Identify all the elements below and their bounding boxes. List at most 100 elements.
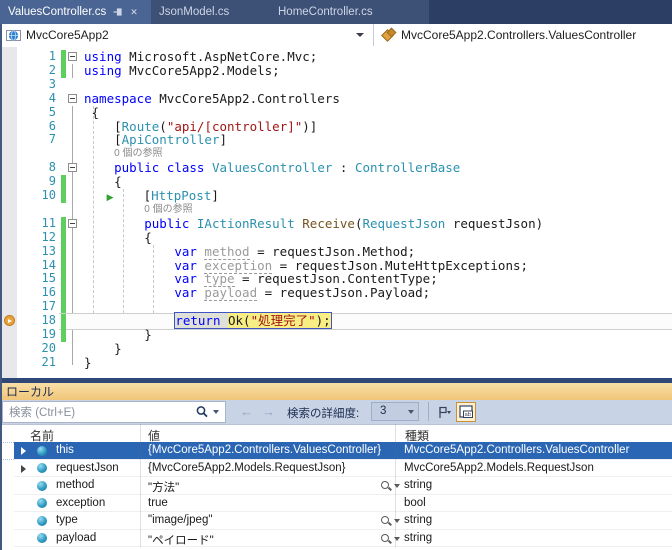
search-depth-label: 検索の詳細度: xyxy=(287,408,360,420)
tab-valuescontroller[interactable]: ValuesController.cs ✕ xyxy=(0,0,165,24)
code-line[interactable]: 21} xyxy=(2,355,672,370)
ab-icon-text: ab xyxy=(464,412,470,418)
search-input[interactable] xyxy=(7,404,191,422)
change-tracking-bar xyxy=(61,230,66,245)
code-line[interactable]: 16 var payload = requestJson.Payload; xyxy=(2,285,672,302)
locals-row-type[interactable]: type "image/jpeg" string xyxy=(0,512,672,530)
code-text: } xyxy=(84,340,122,356)
row-background xyxy=(14,495,672,512)
change-tracking-bar xyxy=(61,244,66,259)
class-icon xyxy=(381,27,397,42)
line-number: 2 xyxy=(48,62,56,77)
tab-homecontroller[interactable]: HomeController.cs xyxy=(270,0,429,24)
codelens-references[interactable]: 0 個の参照 xyxy=(144,203,192,217)
code-line[interactable]: 4 namespace MvcCore5App2.Controllers xyxy=(2,90,672,106)
column-divider[interactable] xyxy=(140,424,141,547)
back-arrow-icon[interactable]: ← xyxy=(240,404,253,419)
locals-row-requestJson[interactable]: requestJson {MvcCore5App2.Models.RequestJ… xyxy=(0,460,672,477)
code-line[interactable]: 3 xyxy=(2,76,672,92)
code-text: { xyxy=(84,104,100,120)
code-line[interactable]: 14 var exception = requestJson.MuteHttpE… xyxy=(2,257,672,274)
code-line[interactable]: 6 [Route("api/[controller]")] xyxy=(2,119,672,134)
magnifier-part xyxy=(387,521,392,526)
line-number: 14 xyxy=(41,257,56,272)
project-icon xyxy=(6,29,21,42)
variable-value[interactable]: "image/jpeg" xyxy=(148,514,212,526)
code-line[interactable]: 13 var method = requestJson.Method; xyxy=(2,243,672,260)
search-depth-value: 3 xyxy=(380,405,387,417)
variable-icon xyxy=(37,533,47,543)
code-line[interactable]: 9 { xyxy=(2,174,672,190)
code-line[interactable]: 11 public IActionResult Receive(RequestJ… xyxy=(2,216,672,231)
change-tracking-bar xyxy=(61,300,66,315)
locals-row-payload[interactable]: payload "ペイロード" string xyxy=(0,530,672,548)
line-number: 3 xyxy=(48,76,56,91)
code-line[interactable]: 5 { xyxy=(2,104,672,120)
line-number: 5 xyxy=(48,104,56,119)
locals-toolbar: ← → 検索の詳細度: 3 ab xyxy=(0,400,672,424)
text-visualizer-icon[interactable] xyxy=(380,533,400,545)
variable-name: payload xyxy=(56,531,97,544)
line-number: 20 xyxy=(41,340,56,355)
code-line[interactable]: 20 } xyxy=(2,340,672,356)
expand-arrow-icon[interactable] xyxy=(21,447,26,455)
code-line[interactable]: 1 using Microsoft.AspNetCore.Mvc; xyxy=(2,49,672,64)
variable-value[interactable]: true xyxy=(148,497,168,509)
pin-icon[interactable] xyxy=(113,7,123,17)
change-tracking-bar xyxy=(61,258,66,273)
variable-type: string xyxy=(404,479,433,491)
code-line[interactable]: 19 } xyxy=(2,327,672,342)
locals-row-exception[interactable]: exception true bool xyxy=(0,495,672,512)
project-dropdown[interactable]: MvcCore5App2 xyxy=(6,24,109,46)
fold-toggle[interactable] xyxy=(68,218,77,228)
magnifier-part xyxy=(387,486,392,491)
forward-arrow-icon[interactable]: → xyxy=(262,404,275,419)
codelens-references[interactable]: 0 個の参照 xyxy=(114,147,162,161)
variable-value[interactable]: {MvcCore5App2.Controllers.ValuesControll… xyxy=(148,444,381,456)
fold-toggle[interactable] xyxy=(68,52,77,61)
search-options-caret[interactable] xyxy=(213,410,219,414)
tab-jsonmodel[interactable]: JsonModel.cs xyxy=(151,0,284,24)
close-icon[interactable]: ✕ xyxy=(130,7,138,18)
member-dropdown[interactable]: MvcCore5App2.Controllers.ValuesControlle… xyxy=(381,24,636,46)
change-tracking-bar xyxy=(61,175,66,190)
code-line[interactable]: 18 return Ok("処理完了"); xyxy=(2,312,672,330)
line-number: 17 xyxy=(41,299,56,314)
tab-label: JsonModel.cs xyxy=(159,6,230,18)
locals-row-this[interactable]: this {MvcCore5App2.Controllers.ValuesCont… xyxy=(0,442,672,460)
format-values-button[interactable]: ab xyxy=(456,402,476,422)
search-depth-combobox[interactable]: 3 xyxy=(371,402,419,421)
variable-value[interactable]: "方法" xyxy=(148,479,179,495)
navbar-separator xyxy=(373,24,374,46)
code-line[interactable]: 2 using MvcCore5App2.Models; xyxy=(2,62,672,78)
fold-toggle[interactable] xyxy=(68,163,77,173)
code-line[interactable]: 7 [ApiController] xyxy=(2,132,672,147)
line-number: 16 xyxy=(41,285,56,300)
variable-value[interactable]: {MvcCore5App2.Models.RequestJson} xyxy=(148,462,346,474)
column-divider[interactable] xyxy=(395,424,396,547)
variable-type: MvcCore5App2.Models.RequestJson xyxy=(404,461,594,474)
line-number: 10 xyxy=(41,188,56,202)
line-number: 19 xyxy=(41,327,56,341)
locals-title-bar[interactable]: ローカル xyxy=(0,383,672,400)
flag-filter-button[interactable] xyxy=(434,402,454,422)
text-visualizer-icon[interactable] xyxy=(380,515,400,527)
chevron-down-icon[interactable] xyxy=(356,33,364,37)
code-line[interactable]: 8 public class ValuesController : Contro… xyxy=(2,160,672,175)
code-line[interactable]: 15 var type = requestJson.ContentType; xyxy=(2,271,672,288)
codelens-line[interactable]: 0 個の参照 xyxy=(2,147,672,161)
line-number: 7 xyxy=(48,132,56,147)
line-number: 15 xyxy=(41,271,56,286)
codelens-line[interactable]: 0 個の参照 xyxy=(2,203,672,217)
code-line[interactable]: 10 ▶ [HttpPost] xyxy=(2,188,672,203)
locals-row-method[interactable]: method "方法" string xyxy=(0,477,672,495)
code-editor[interactable]: 1 using Microsoft.AspNetCore.Mvc; 2 using M… xyxy=(2,47,672,378)
expand-arrow-icon[interactable] xyxy=(21,464,26,473)
variable-value[interactable]: "ペイロード" xyxy=(148,532,214,548)
code-line[interactable]: 12 { xyxy=(2,230,672,245)
search-icon[interactable] xyxy=(195,405,209,419)
code-text: namespace MvcCore5App2.Controllers xyxy=(84,90,340,106)
fold-toggle[interactable] xyxy=(68,93,77,103)
text-visualizer-icon[interactable] xyxy=(380,480,400,492)
locals-grid-header: 名前 値 種類 xyxy=(0,424,672,444)
